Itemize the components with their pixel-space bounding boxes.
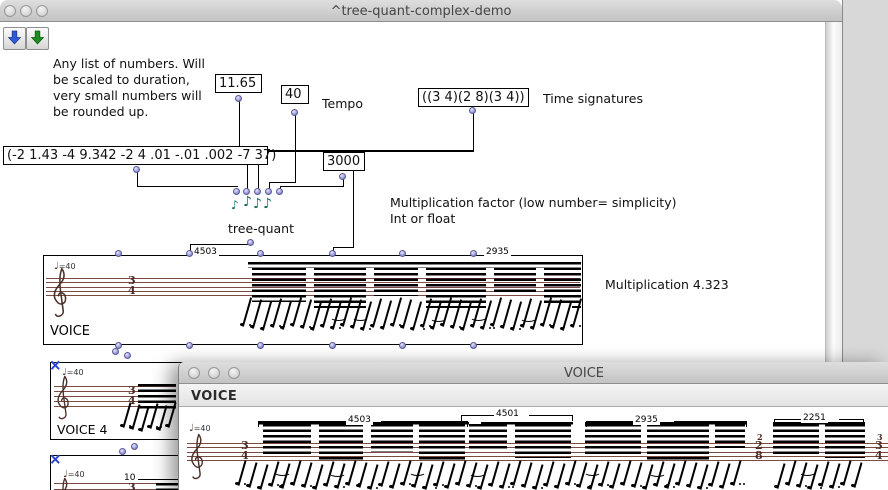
- connection-port[interactable]: [470, 250, 477, 257]
- connection-port[interactable]: [329, 250, 336, 257]
- connection-port[interactable]: [133, 166, 140, 173]
- voice-window[interactable]: VOICE VOICE 4503450129352251 ♩=40 34 2 2…: [178, 362, 888, 490]
- down-arrow-green-icon: [31, 30, 44, 45]
- eval-green-arrow-button[interactable]: [26, 27, 49, 50]
- connection-port[interactable]: [247, 239, 254, 246]
- comment-line: Any list of numbers. Will: [53, 56, 205, 72]
- delete-x-icon[interactable]: ×: [49, 450, 62, 468]
- connection-port[interactable]: [235, 95, 242, 102]
- comment-line: Int or float: [390, 211, 676, 227]
- sixteenth-note-icon: ♪: [253, 196, 262, 212]
- eighth-note-icon: ♪: [231, 198, 239, 212]
- comment-line: very small numbers will: [53, 88, 205, 104]
- comment-line: be scaled to duration,: [53, 72, 205, 88]
- voice-header-bar: VOICE: [179, 384, 888, 407]
- patch-cord: [239, 99, 240, 146]
- patch-cord: [333, 247, 354, 248]
- voice-name-label: VOICE: [50, 324, 90, 339]
- connection-port[interactable]: [257, 342, 264, 349]
- minimize-button[interactable]: [208, 367, 220, 379]
- connection-port[interactable]: [124, 352, 131, 359]
- number-list-box[interactable]: (-2 1.43 -4 9.342 -2 4 .01 -.01 .002 -7 …: [3, 146, 268, 165]
- connection-port[interactable]: [339, 173, 346, 180]
- zoom-button[interactable]: [228, 367, 240, 379]
- treble-clef-icon: [52, 476, 76, 490]
- desktop: ^tree-quant-complex-demo Any list of num…: [0, 0, 888, 490]
- mult-factor-comment: Multiplication factor (low number= simpl…: [390, 195, 676, 227]
- comment-any-list: Any list of numbers. Will be scaled to d…: [53, 56, 205, 120]
- connection-port[interactable]: [469, 107, 476, 114]
- tempo-value-box[interactable]: 40: [281, 85, 309, 104]
- eval-blue-arrow-button[interactable]: [3, 27, 26, 50]
- connection-port[interactable]: [186, 342, 193, 349]
- connection-port[interactable]: [276, 188, 283, 195]
- patch-cord: [267, 150, 474, 152]
- patch-cord: [137, 186, 238, 187]
- main-titlebar[interactable]: ^tree-quant-complex-demo: [0, 0, 842, 22]
- down-arrow-blue-icon: [8, 30, 21, 45]
- tempo-label: Tempo: [322, 96, 363, 111]
- connection-port[interactable]: [291, 109, 298, 116]
- connection-port[interactable]: [329, 342, 336, 349]
- connection-port[interactable]: [233, 188, 240, 195]
- time-signature: 34: [128, 276, 136, 296]
- connection-port[interactable]: [243, 188, 250, 195]
- connection-port[interactable]: [254, 188, 261, 195]
- patch-cord: [280, 186, 344, 187]
- voice-score-canvas[interactable]: [179, 407, 888, 490]
- voice-titlebar[interactable]: VOICE: [179, 362, 888, 384]
- connection-port[interactable]: [112, 348, 119, 355]
- close-button[interactable]: [188, 367, 200, 379]
- multiplication-value-box[interactable]: 3000: [323, 152, 365, 171]
- connection-port[interactable]: [115, 250, 122, 257]
- multiplication-result-label: Multiplication 4.323: [605, 277, 729, 292]
- time-signature: 3: [128, 483, 136, 490]
- window-title: ^tree-quant-complex-demo: [0, 4, 842, 19]
- score-box-voice[interactable]: [43, 255, 583, 345]
- connection-port[interactable]: [119, 448, 126, 455]
- connection-port[interactable]: [131, 443, 138, 450]
- voice-name-label: VOICE 4: [57, 422, 107, 437]
- patch-cord: [295, 113, 296, 183]
- connection-port[interactable]: [399, 342, 406, 349]
- voice-header-label: VOICE: [191, 389, 237, 404]
- time-signature: 34: [241, 441, 249, 461]
- treble-clef-icon: [185, 432, 211, 482]
- patch-cord: [269, 182, 296, 183]
- comment-line: Multiplication factor (low number= simpl…: [390, 195, 676, 211]
- patch-cord: [473, 111, 474, 152]
- sixteenth-note-icon: ♪: [243, 194, 252, 210]
- connection-port[interactable]: [265, 188, 272, 195]
- tree-quant-node-label[interactable]: tree-quant: [228, 221, 294, 236]
- time-signatures-box[interactable]: ((3 4)(2 8)(3 4)): [418, 88, 529, 107]
- connection-port[interactable]: [399, 250, 406, 257]
- window-title: VOICE: [564, 366, 604, 381]
- connection-port[interactable]: [470, 342, 477, 349]
- delete-x-icon[interactable]: ×: [49, 356, 62, 374]
- treble-clef-icon: [48, 266, 74, 320]
- connection-port[interactable]: [186, 250, 193, 257]
- comment-line: be rounded up.: [53, 104, 205, 120]
- patch-cord: [190, 244, 251, 245]
- time-signatures-label: Time signatures: [543, 91, 643, 106]
- sixteenth-note-icon: ♪: [263, 196, 272, 212]
- duration-value-box[interactable]: 11.65: [215, 74, 262, 93]
- treble-clef-icon: [52, 374, 76, 422]
- time-signature: 34: [128, 386, 136, 406]
- connection-port[interactable]: [257, 250, 264, 257]
